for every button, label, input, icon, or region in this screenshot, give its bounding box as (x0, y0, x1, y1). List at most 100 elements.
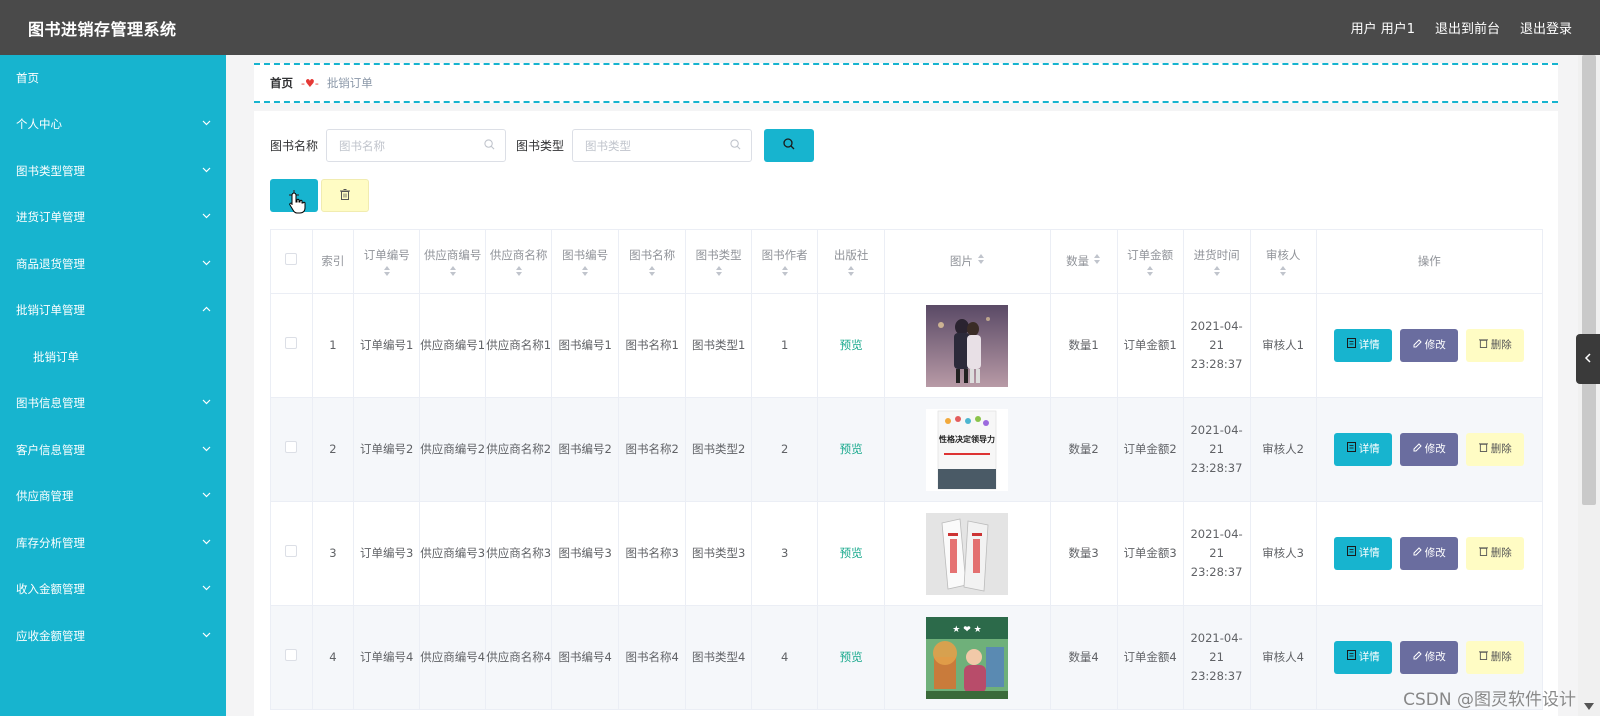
edit-button[interactable]: 修改 (1400, 433, 1459, 466)
column-header-2[interactable]: 供应商编号 (419, 229, 487, 294)
edit-button[interactable]: 修改 (1400, 641, 1459, 674)
sidebar-item-11[interactable]: 收入金额管理 (0, 566, 226, 613)
back-to-front-link[interactable]: 退出到前台 (1435, 18, 1500, 37)
user-link[interactable]: 用户 用户1 (1351, 18, 1415, 37)
pencil-icon (1413, 648, 1422, 667)
search-button[interactable] (764, 129, 815, 162)
sort-icon[interactable] (1251, 265, 1316, 277)
sidebar-item-9[interactable]: 供应商管理 (0, 473, 226, 520)
column-header-11[interactable]: 订单金额 (1116, 229, 1184, 294)
column-header-label: 图书名称 (629, 248, 676, 262)
sidebar-item-2[interactable]: 图书类型管理 (0, 148, 226, 195)
row-checkbox[interactable] (285, 649, 298, 661)
sidebar-item-1[interactable]: 个人中心 (0, 101, 226, 148)
cell-publisher-value[interactable]: 预览 (840, 442, 863, 456)
sidebar-item-10[interactable]: 库存分析管理 (0, 520, 226, 567)
sidebar-item-4[interactable]: 商品退货管理 (0, 241, 226, 288)
sort-icon[interactable] (354, 265, 419, 277)
sidebar-item-12[interactable]: 应收金额管理 (0, 613, 226, 660)
column-header-13[interactable]: 审核人 (1249, 229, 1317, 294)
logout-link[interactable]: 退出登录 (1520, 18, 1572, 37)
cell-supplier_name-value: 供应商名称2 (486, 442, 552, 456)
column-header-1[interactable]: 订单编号 (353, 229, 421, 294)
side-toggle-tab[interactable] (1576, 334, 1600, 384)
action-row (270, 179, 369, 214)
sort-icon[interactable] (552, 265, 618, 277)
table-row: 1 订单编号1 供应商编号1 供应商名称1 图书编号1 图书名称1 图书类型1 1 预览 数量1 订… (270, 293, 1544, 398)
sort-icon[interactable] (1184, 265, 1250, 277)
sidebar-item-6[interactable]: 批销订单 (0, 334, 226, 381)
delete-button[interactable]: 删除 (1466, 641, 1525, 674)
column-header-7[interactable]: 图书作者 (751, 229, 819, 294)
sort-icon[interactable] (1093, 252, 1101, 271)
sort-icon[interactable] (420, 265, 485, 277)
sort-icon[interactable] (1118, 265, 1183, 277)
column-header-6[interactable]: 图书类型 (685, 229, 753, 294)
row-select-cell (270, 293, 313, 398)
column-header-5[interactable]: 图书名称 (618, 229, 687, 294)
detail-button[interactable]: 详情 (1334, 329, 1393, 362)
column-header-14: 操作 (1315, 229, 1544, 294)
row-checkbox[interactable] (285, 545, 298, 557)
sort-icon[interactable] (977, 252, 985, 271)
column-header-3[interactable]: 供应商名称 (485, 229, 553, 294)
sidebar-item-3[interactable]: 进货订单管理 (0, 194, 226, 241)
breadcrumb-home[interactable]: 首页 (270, 75, 293, 91)
detail-button[interactable]: 详情 (1334, 641, 1393, 674)
sort-icon[interactable] (818, 265, 884, 277)
sort-icon[interactable] (619, 265, 685, 277)
column-header-8[interactable]: 出版社 (817, 229, 886, 294)
cell-publisher-value[interactable]: 预览 (840, 546, 863, 560)
cell-index-value: 4 (329, 650, 337, 664)
row-checkbox[interactable] (285, 337, 298, 349)
sort-icon[interactable] (486, 265, 551, 277)
detail-label: 详情 (1358, 443, 1380, 455)
sidebar-item-5[interactable]: 批销订单管理 (0, 287, 226, 334)
pencil-icon (1413, 440, 1422, 459)
sidebar-item-label: 客户信息管理 (16, 442, 85, 457)
book-type-input[interactable]: 图书类型 (572, 129, 753, 162)
cell-auditor: 审核人1 (1249, 293, 1317, 398)
sidebar-item-7[interactable]: 图书信息管理 (0, 380, 226, 427)
edit-button[interactable]: 修改 (1400, 329, 1459, 362)
column-header-10[interactable]: 数量 (1049, 229, 1118, 294)
cell-index: 2 (311, 397, 355, 502)
sort-icon[interactable] (752, 265, 817, 277)
delete-button[interactable]: 删除 (1466, 329, 1525, 362)
delete-button[interactable]: 删除 (1466, 537, 1525, 570)
book-cover-image (885, 512, 1049, 595)
cell-time: 2021-04-21 23:28:37 (1182, 397, 1251, 502)
detail-button[interactable]: 详情 (1334, 433, 1393, 466)
edit-button[interactable]: 修改 (1400, 537, 1459, 570)
scrollbar-thumb[interactable] (1582, 55, 1596, 505)
column-header-label: 进货时间 (1193, 248, 1240, 262)
book-name-label: 图书名称 (270, 139, 319, 153)
cell-book_type: 图书类型2 (685, 397, 753, 502)
cell-publisher-value[interactable]: 预览 (840, 650, 863, 664)
column-header-4[interactable]: 图书编号 (551, 229, 620, 294)
delete-button[interactable]: 删除 (1466, 433, 1525, 466)
sort-icon[interactable] (686, 265, 751, 277)
cell-index: 3 (311, 501, 355, 606)
book-cover-image: ★ ❤ ★ (885, 616, 1049, 699)
cell-book_no-value: 图书编号2 (558, 442, 612, 456)
sidebar-item-0[interactable]: 首页 (0, 55, 226, 101)
cell-book_no-value: 图书编号4 (558, 650, 612, 664)
book-name-input[interactable]: 图书名称 (326, 129, 507, 162)
batch-delete-button[interactable] (321, 179, 369, 212)
cell-publisher-value[interactable]: 预览 (840, 338, 863, 352)
column-header-12[interactable]: 进货时间 (1182, 229, 1251, 294)
scroll-down-arrow-icon[interactable] (1584, 700, 1594, 714)
edit-label: 修改 (1424, 339, 1446, 351)
select-all-checkbox[interactable] (285, 253, 298, 265)
row-checkbox[interactable] (285, 441, 298, 453)
cell-publisher: 预览 (817, 605, 886, 710)
detail-button[interactable]: 详情 (1334, 537, 1393, 570)
column-header-9[interactable]: 图片 (884, 229, 1051, 294)
add-button[interactable] (270, 179, 318, 214)
cell-supplier_name: 供应商名称2 (485, 397, 553, 502)
detail-label: 详情 (1358, 339, 1380, 351)
detail-label: 详情 (1358, 651, 1380, 663)
delete-label: 删除 (1490, 339, 1512, 351)
sidebar-item-8[interactable]: 客户信息管理 (0, 427, 226, 474)
